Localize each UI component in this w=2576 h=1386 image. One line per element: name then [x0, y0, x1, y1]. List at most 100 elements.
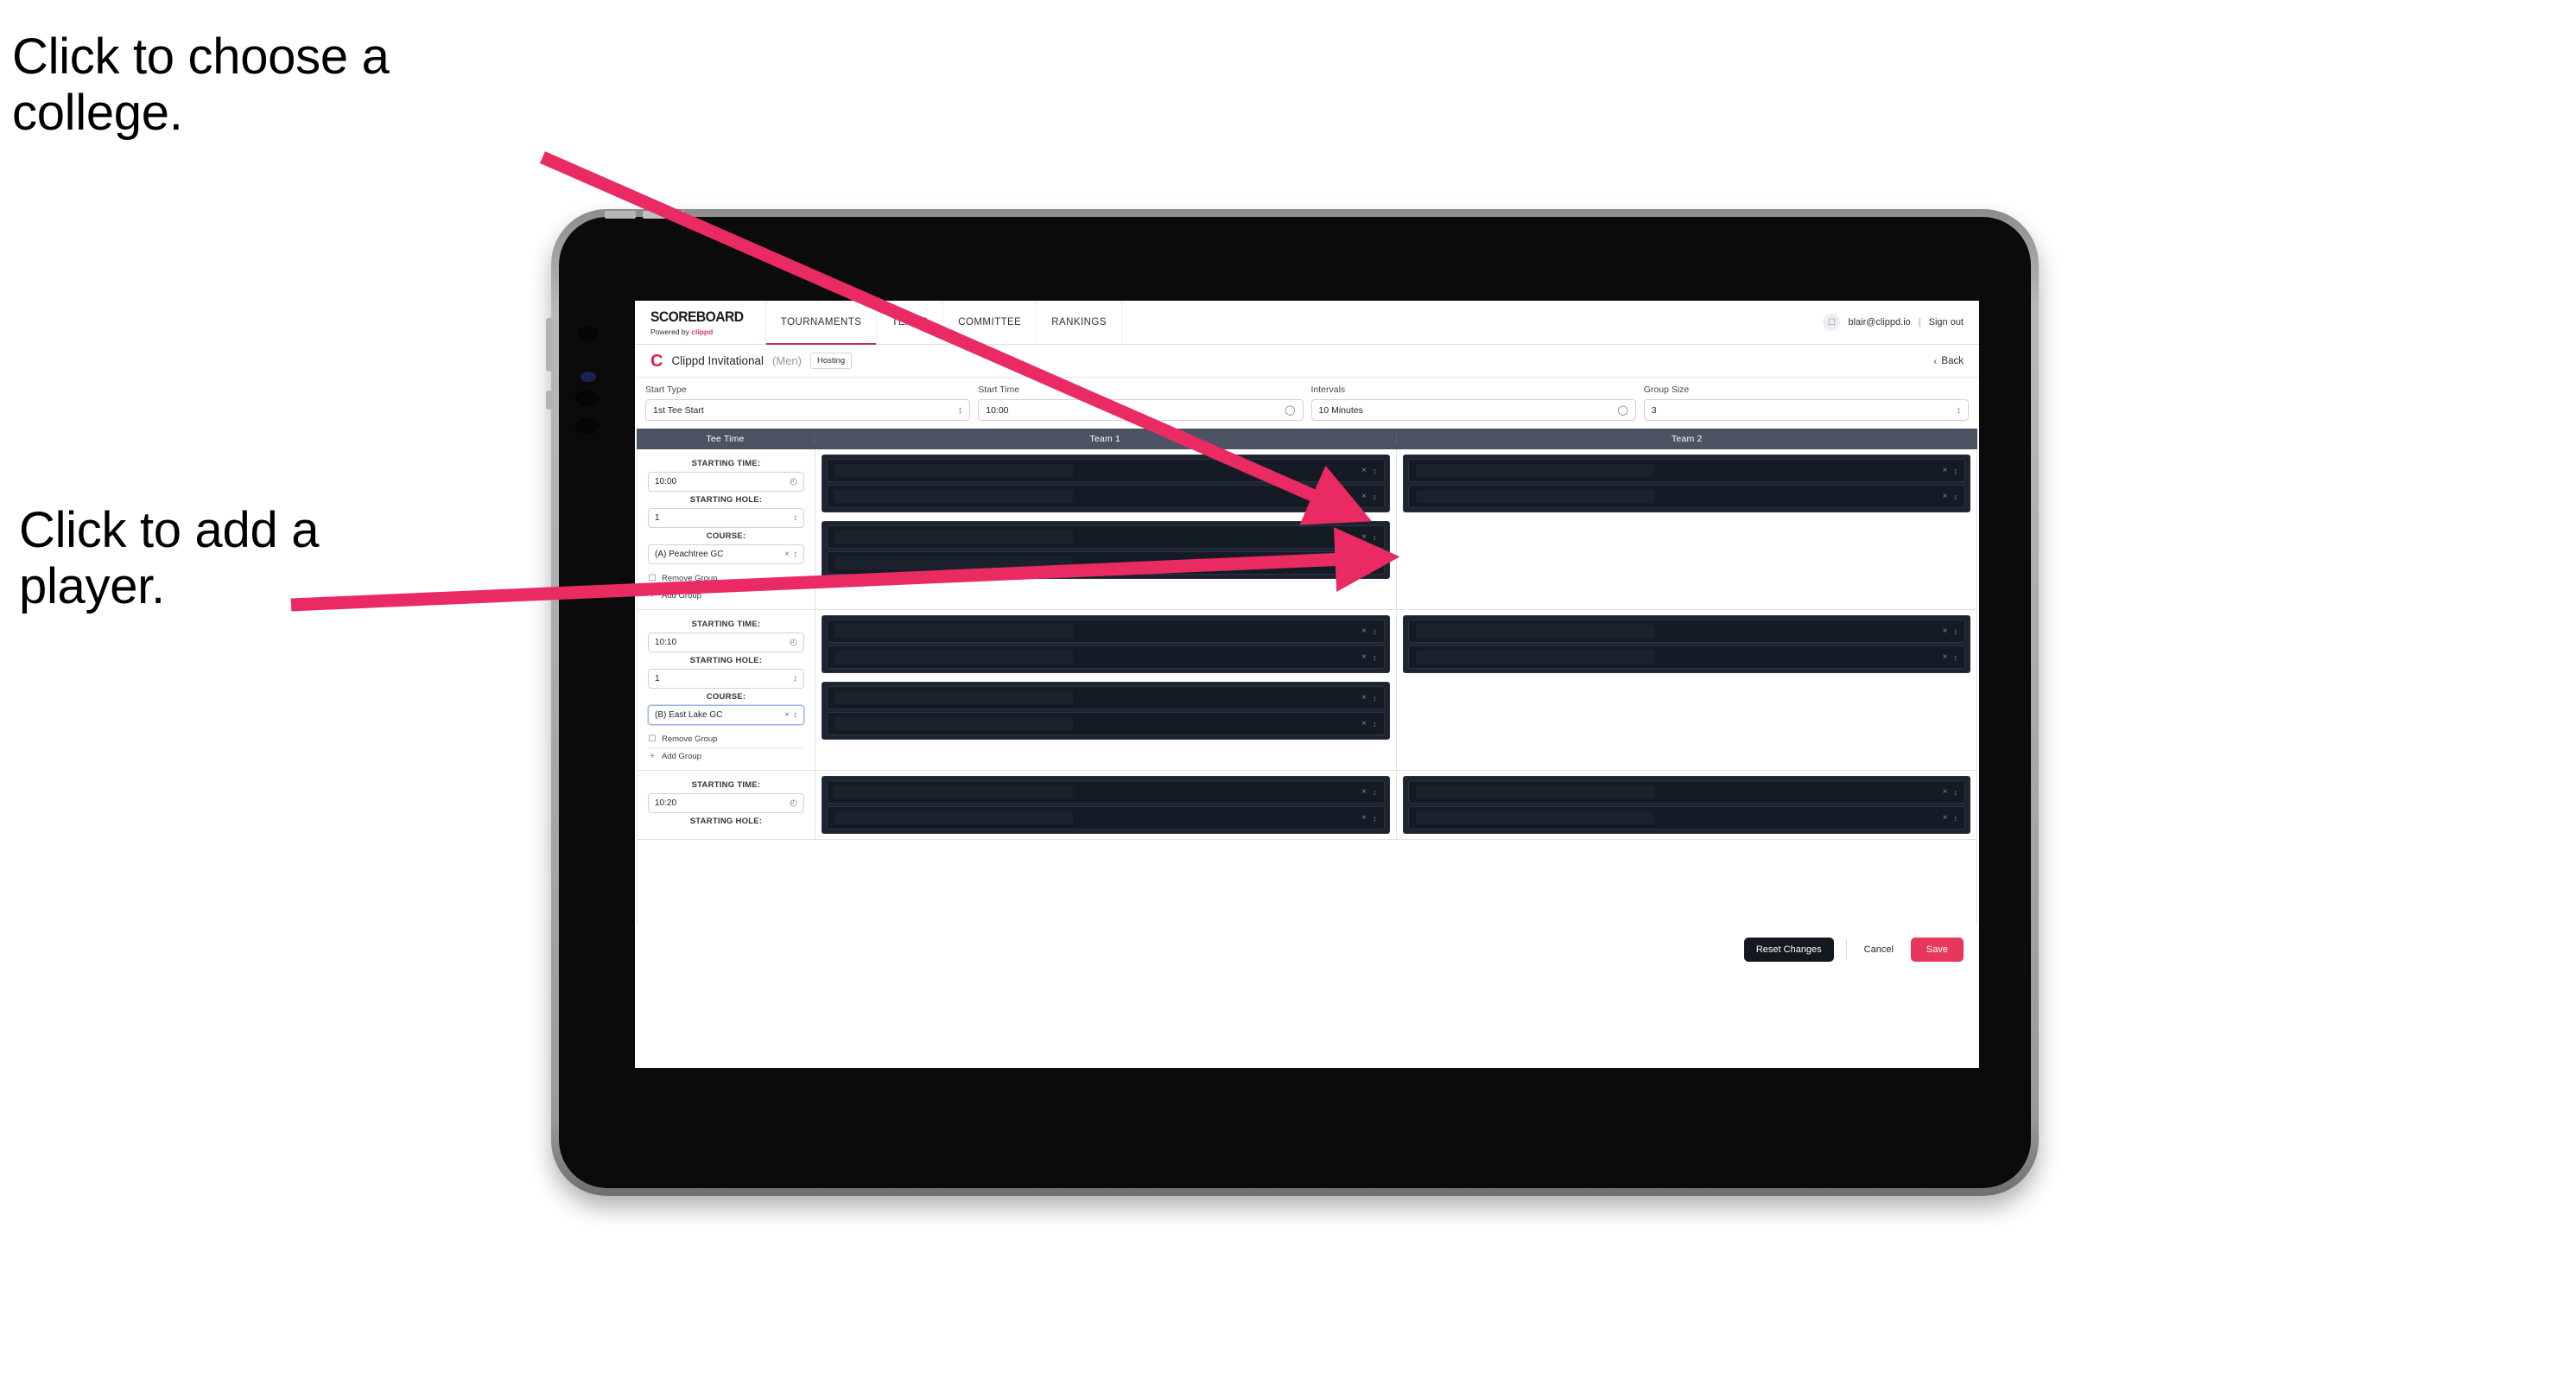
clear-icon[interactable]: × [1361, 652, 1367, 662]
nav-tab-tournaments[interactable]: TOURNAMENTS [765, 301, 878, 345]
player-select-slot[interactable]: × ↕ [827, 551, 1385, 575]
cancel-button[interactable]: Cancel [1859, 938, 1899, 962]
camera-lens-secondary-icon [575, 391, 600, 406]
player-select-slot[interactable]: × ↕ [827, 712, 1385, 735]
clock-icon[interactable]: ◴ [790, 477, 797, 486]
player-select-slot[interactable]: × ↕ [827, 806, 1385, 830]
starting-time-input[interactable]: 10:10 ◴ [648, 633, 804, 652]
player-select-slot[interactable]: × ↕ [1407, 620, 1965, 643]
stepper-icon[interactable]: ↕ [1954, 814, 1958, 823]
clear-icon[interactable]: × [1361, 532, 1367, 542]
sensor-dot-icon [586, 355, 592, 361]
reset-changes-button[interactable]: Reset Changes [1743, 938, 1834, 962]
clear-icon[interactable]: × [1943, 652, 1948, 662]
stepper-icon[interactable]: ↕ [1954, 627, 1958, 636]
stepper-icon[interactable]: ↕ [1373, 814, 1377, 823]
clear-icon[interactable]: × [1361, 787, 1367, 797]
player-select-slot[interactable]: × ↕ [1407, 645, 1965, 669]
start-time-input[interactable]: 10:00 ◯ [978, 399, 1304, 421]
intervals-input[interactable]: 10 Minutes ◯ [1310, 399, 1636, 421]
sign-out-link[interactable]: Sign out [1929, 317, 1964, 327]
clear-icon[interactable]: × [1943, 813, 1948, 823]
stepper-icon[interactable]: ↕ [793, 710, 797, 720]
clear-icon[interactable]: × [1361, 693, 1367, 703]
save-button[interactable]: Save [1910, 938, 1964, 962]
player-name-placeholder [1415, 464, 1654, 477]
stepper-icon[interactable]: ↕ [1373, 788, 1377, 797]
settings-controls-row: Start Type 1st Tee Start ↕ Start Time 10… [635, 378, 1979, 429]
stepper-icon[interactable]: ↕ [1373, 467, 1377, 475]
clear-icon[interactable]: × [1361, 492, 1367, 501]
stepper-icon[interactable]: ↕ [1373, 720, 1377, 728]
clear-icon[interactable]: × [1361, 558, 1367, 568]
player-select-slot[interactable]: × ↕ [1407, 485, 1965, 508]
player-name-placeholder [834, 556, 1074, 569]
clock-icon[interactable]: ◴ [790, 798, 797, 808]
stepper-icon[interactable]: ↕ [1954, 493, 1958, 501]
clear-icon[interactable]: × [1943, 626, 1948, 636]
nav-tab-teams[interactable]: TEAMS [877, 301, 944, 344]
brand-powered-prefix: Powered by [650, 327, 692, 336]
tee-times-table-body[interactable]: STARTING TIME: 10:00 ◴ STARTING HOLE: 1 ↕ COUR… [637, 449, 1977, 925]
group-size-select[interactable]: 3 ↕ [1643, 399, 1969, 421]
remove-group-button[interactable]: ☐ Remove Group [648, 570, 804, 587]
player-select-slot[interactable]: × ↕ [827, 780, 1385, 804]
stepper-icon[interactable]: ↕ [1373, 533, 1377, 542]
course-select[interactable]: (A) Peachtree GC × ↕ [648, 544, 804, 564]
stepper-icon[interactable]: ↕ [1373, 653, 1377, 662]
starting-hole-input-value: 1 [655, 513, 660, 523]
player-name-placeholder [834, 490, 1074, 503]
start-type-select[interactable]: 1st Tee Start ↕ [645, 399, 971, 421]
stepper-icon[interactable]: ↕ [793, 550, 797, 559]
player-select-slot[interactable]: × ↕ [827, 459, 1385, 482]
player-select-slot[interactable]: × ↕ [827, 645, 1385, 669]
clear-icon[interactable]: × [1943, 787, 1948, 797]
player-select-slot[interactable]: × ↕ [1407, 459, 1965, 482]
back-button[interactable]: ‹ Back [1933, 355, 1964, 367]
control-start-type: Start Type 1st Tee Start ↕ [645, 385, 971, 421]
player-select-slot[interactable]: × ↕ [1407, 780, 1965, 804]
nav-tab-committee[interactable]: COMMITTEE [943, 301, 1037, 344]
clear-icon[interactable]: × [1943, 492, 1948, 501]
stepper-icon[interactable]: ↕ [1373, 694, 1377, 703]
starting-hole-input[interactable]: 1 ↕ [648, 669, 804, 689]
clear-icon[interactable]: × [1943, 466, 1948, 475]
add-group-button[interactable]: + Add Group [648, 587, 804, 604]
stepper-icon[interactable]: ↕ [793, 513, 797, 523]
stepper-icon[interactable]: ↕ [1954, 653, 1958, 662]
clear-icon[interactable]: × [1361, 719, 1367, 728]
avatar-icon[interactable]: ☐ [1823, 314, 1841, 331]
clear-icon[interactable]: × [1361, 466, 1367, 475]
course-select[interactable]: (B) East Lake GC × ↕ [648, 705, 804, 725]
starting-time-input[interactable]: 10:00 ◴ [648, 472, 804, 492]
player-select-slot[interactable]: × ↕ [1407, 806, 1965, 830]
player-select-slot[interactable]: × ↕ [827, 525, 1385, 549]
player-slot-group: × ↕ × ↕ [822, 776, 1390, 834]
camera-lens-icon [577, 327, 600, 340]
clear-icon[interactable]: × [1361, 813, 1367, 823]
clear-icon[interactable]: × [784, 550, 790, 559]
player-slot-group: × ↕ × ↕ [822, 615, 1390, 673]
starting-time-input[interactable]: 10:20 ◴ [648, 793, 804, 813]
player-name-placeholder [834, 651, 1074, 664]
player-select-slot[interactable]: × ↕ [827, 686, 1385, 709]
stepper-icon[interactable]: ↕ [1954, 467, 1958, 475]
brand-logo[interactable]: SCOREBOARD Powered by clippd [635, 301, 766, 344]
stepper-icon[interactable]: ↕ [1373, 493, 1377, 501]
player-slot-group: × ↕ × ↕ [822, 521, 1390, 579]
stepper-icon[interactable]: ↕ [1373, 627, 1377, 636]
add-group-button[interactable]: + Add Group [648, 747, 804, 765]
starting-hole-input[interactable]: 1 ↕ [648, 508, 804, 528]
clear-icon[interactable]: × [784, 710, 790, 720]
chevron-left-icon: ‹ [1933, 354, 1938, 367]
stepper-icon[interactable]: ↕ [793, 674, 797, 683]
nav-tab-rankings[interactable]: RANKINGS [1037, 301, 1122, 344]
stepper-icon[interactable]: ↕ [1954, 788, 1958, 797]
add-group-label: Add Group [662, 752, 701, 761]
player-select-slot[interactable]: × ↕ [827, 620, 1385, 643]
remove-group-button[interactable]: ☐ Remove Group [648, 731, 804, 747]
stepper-icon[interactable]: ↕ [1373, 559, 1377, 568]
clear-icon[interactable]: × [1361, 626, 1367, 636]
player-select-slot[interactable]: × ↕ [827, 485, 1385, 508]
clock-icon[interactable]: ◴ [790, 638, 797, 647]
